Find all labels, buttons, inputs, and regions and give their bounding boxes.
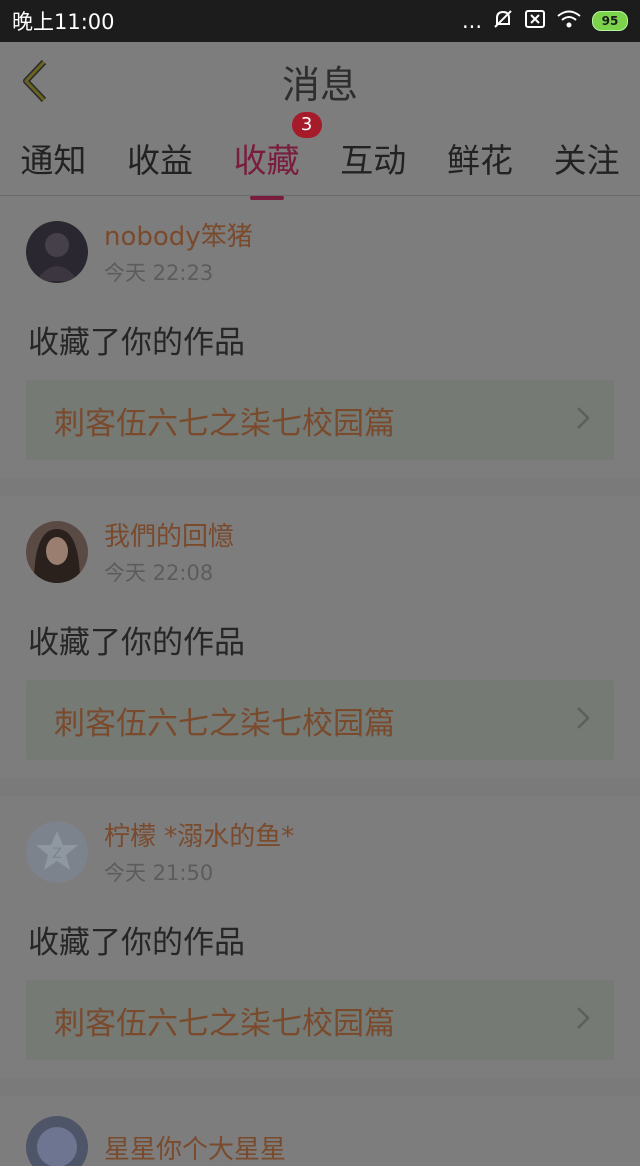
tab-notifications[interactable]: 通知 [20,124,86,192]
timestamp: 今天 22:08 [104,561,214,585]
work-title: 刺客伍六七之柒七校园篇 [54,705,395,742]
message-header: Z 柠檬 *溺水的鱼* 今天 21:50 [26,816,614,887]
wifi-icon [556,9,582,34]
action-text: 收藏了你的作品 [28,925,245,961]
message-card: 我們的回憶 今天 22:08 收藏了你的作品 刺客伍六七之柒七校园篇 [0,496,640,778]
tab-earnings[interactable]: 收益 [127,124,193,192]
message-header: nobody笨猪 今天 22:23 [26,216,614,287]
username[interactable]: 我們的回憶 [104,516,234,553]
header: 消息 [0,42,640,120]
back-button[interactable] [14,56,54,106]
chevron-right-icon [576,1004,590,1037]
username[interactable]: 星星你个大星星 [104,1129,286,1166]
timestamp: 今天 21:50 [104,861,214,885]
avatar[interactable] [26,220,88,283]
timestamp: 今天 22:23 [104,261,214,285]
message-card: 星星你个大星星 [0,1096,640,1166]
message-header: 我們的回憶 今天 22:08 [26,516,614,587]
username[interactable]: 柠檬 *溺水的鱼* [104,816,294,853]
tab-flowers[interactable]: 鲜花 [447,124,513,192]
work-link[interactable]: 刺客伍六七之柒七校园篇 [26,380,614,460]
chevron-left-icon [23,59,47,103]
message-meta: 星星你个大星星 [104,1129,286,1166]
message-meta: nobody笨猪 今天 22:23 [104,216,253,287]
status-bar: 晚上11:00 ... 95 [0,0,640,42]
chevron-right-icon [576,404,590,437]
work-link[interactable]: 刺客伍六七之柒七校园篇 [26,680,614,760]
action-text: 收藏了你的作品 [28,325,245,361]
sim-icon [524,9,546,34]
tab-favorites[interactable]: 收藏 3 [234,111,322,192]
svg-text:Z: Z [52,846,62,862]
message-card: Z 柠檬 *溺水的鱼* 今天 21:50 收藏了你的作品 刺客伍六七之柒七校园篇 [0,796,640,1078]
message-list: nobody笨猪 今天 22:23 收藏了你的作品 刺客伍六七之柒七校园篇 我們… [0,196,640,1166]
unread-badge: 3 [291,111,322,138]
action-text: 收藏了你的作品 [28,625,245,661]
work-link[interactable]: 刺客伍六七之柒七校园篇 [26,980,614,1060]
battery-icon: 95 [592,11,628,31]
status-icons: ... 95 [462,8,628,35]
message-header: 星星你个大星星 [26,1116,614,1166]
avatar[interactable] [26,1116,88,1166]
tab-interactions[interactable]: 互动 [340,124,406,192]
mute-bell-icon [492,8,514,35]
more-dots: ... [461,9,482,33]
tab-bar: 通知 收益 收藏 3 互动 鲜花 关注 [0,111,640,196]
message-card: nobody笨猪 今天 22:23 收藏了你的作品 刺客伍六七之柒七校园篇 [0,196,640,478]
status-time: 晚上11:00 [12,10,115,34]
work-title: 刺客伍六七之柒七校园篇 [54,405,395,442]
page-title: 消息 [281,62,358,107]
avatar[interactable] [26,520,88,583]
message-meta: 我們的回憶 今天 22:08 [104,516,234,587]
avatar[interactable]: Z [26,820,88,883]
username[interactable]: nobody笨猪 [104,216,253,253]
message-meta: 柠檬 *溺水的鱼* 今天 21:50 [104,816,294,887]
chevron-right-icon [576,704,590,737]
work-title: 刺客伍六七之柒七校园篇 [54,1005,395,1042]
tab-follows[interactable]: 关注 [554,124,620,192]
